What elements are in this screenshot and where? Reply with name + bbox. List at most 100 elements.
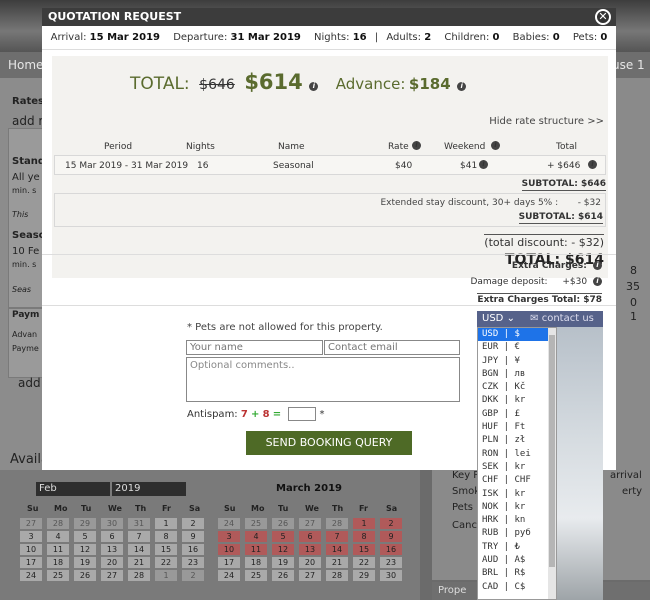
calendar-day[interactable]: 29 <box>353 570 375 581</box>
info-icon[interactable]: i <box>588 160 597 169</box>
currency-option[interactable]: TRY | ₺ <box>478 541 556 554</box>
email-input[interactable] <box>324 340 460 355</box>
calendar-day[interactable]: 7 <box>326 531 348 542</box>
calendar-day[interactable]: 5 <box>272 531 294 542</box>
contact-us-link[interactable]: ✉ contact us <box>530 313 594 324</box>
currency-option[interactable]: BGN | лв <box>478 368 556 381</box>
send-booking-query-button[interactable]: SEND BOOKING QUERY <box>246 431 412 455</box>
calendar-day[interactable]: 21 <box>128 557 150 568</box>
calendar-day[interactable]: 30 <box>101 518 123 529</box>
calendar-day[interactable]: 14 <box>128 544 150 555</box>
calendar-day[interactable]: 2 <box>380 518 402 529</box>
bg-label[interactable]: add r <box>12 114 43 128</box>
currency-option[interactable]: BRL | R$ <box>478 567 556 580</box>
calendar-day[interactable]: 10 <box>218 544 240 555</box>
currency-option[interactable]: RUB | руб <box>478 527 556 540</box>
calendar-day[interactable]: 26 <box>272 518 294 529</box>
calendar-day[interactable]: 31 <box>128 518 150 529</box>
info-icon[interactable]: i <box>412 141 421 150</box>
calendar-day[interactable]: 15 <box>353 544 375 555</box>
calendar-day[interactable]: 1 <box>155 570 177 581</box>
currency-option[interactable]: HUF | Ft <box>478 421 556 434</box>
calendar-day[interactable]: 25 <box>245 570 267 581</box>
info-icon[interactable]: i <box>457 81 467 91</box>
calendar-day[interactable]: 26 <box>74 570 96 581</box>
info-icon[interactable]: i <box>309 81 319 91</box>
info-icon[interactable]: i <box>479 160 488 169</box>
currency-option[interactable]: GBP | £ <box>478 408 556 421</box>
currency-option[interactable]: CHF | CHF <box>478 474 556 487</box>
hide-rate-structure-link[interactable]: Hide rate structure >> <box>489 116 604 127</box>
calendar-day[interactable]: 8 <box>155 531 177 542</box>
calendar-day[interactable]: 28 <box>326 570 348 581</box>
currency-option[interactable]: ISK | kr <box>478 488 556 501</box>
currency-scrollbar-thumb[interactable] <box>549 335 555 567</box>
currency-dropdown-list[interactable]: USD | $ EUR | € JPY | ¥ BGN | лв CZK | Kč DKK… <box>477 327 557 600</box>
info-icon[interactable]: i <box>491 141 500 150</box>
calendar-day[interactable]: 9 <box>182 531 204 542</box>
month-select[interactable]: Feb <box>36 482 110 496</box>
calendar-day[interactable]: 24 <box>218 518 240 529</box>
calendar-day[interactable]: 27 <box>20 518 42 529</box>
calendar-day[interactable]: 25 <box>47 570 69 581</box>
calendar-day[interactable]: 6 <box>101 531 123 542</box>
calendar-day[interactable]: 20 <box>299 557 321 568</box>
calendar-day[interactable]: 6 <box>299 531 321 542</box>
calendar-day[interactable]: 16 <box>380 544 402 555</box>
calendar-day[interactable]: 1 <box>353 518 375 529</box>
calendar-day[interactable]: 28 <box>47 518 69 529</box>
currency-option[interactable]: CZK | Kč <box>478 381 556 394</box>
calendar-day[interactable]: 16 <box>182 544 204 555</box>
calendar-day[interactable]: 26 <box>272 570 294 581</box>
comments-textarea[interactable]: Optional comments.. <box>186 357 460 402</box>
calendar-day[interactable]: 13 <box>101 544 123 555</box>
antispam-input[interactable] <box>288 407 317 421</box>
calendar-day[interactable]: 11 <box>47 544 69 555</box>
calendar-day[interactable]: 21 <box>326 557 348 568</box>
calendar-day[interactable]: 4 <box>47 531 69 542</box>
calendar-day[interactable]: 28 <box>326 518 348 529</box>
calendar-day[interactable]: 24 <box>20 570 42 581</box>
calendar-day[interactable]: 24 <box>218 570 240 581</box>
currency-option[interactable]: USD | $ <box>478 328 556 342</box>
calendar-day[interactable]: 11 <box>245 544 267 555</box>
calendar-day[interactable]: 13 <box>299 544 321 555</box>
year-select[interactable]: 2019 <box>112 482 186 496</box>
calendar-day[interactable]: 18 <box>47 557 69 568</box>
currency-option[interactable]: SEK | kr <box>478 461 556 474</box>
calendar-day[interactable]: 1 <box>155 518 177 529</box>
calendar-day[interactable]: 29 <box>74 518 96 529</box>
calendar-day[interactable]: 3 <box>218 531 240 542</box>
calendar-day[interactable]: 20 <box>101 557 123 568</box>
calendar-day[interactable]: 27 <box>299 518 321 529</box>
calendar-day[interactable]: 17 <box>218 557 240 568</box>
calendar-day[interactable]: 18 <box>245 557 267 568</box>
calendar-day[interactable]: 23 <box>182 557 204 568</box>
calendar-day[interactable]: 27 <box>299 570 321 581</box>
calendar-day[interactable]: 4 <box>245 531 267 542</box>
currency-option[interactable]: NOK | kr <box>478 501 556 514</box>
calendar-day[interactable]: 23 <box>380 557 402 568</box>
calendar-day[interactable]: 2 <box>182 518 204 529</box>
calendar-day[interactable]: 22 <box>155 557 177 568</box>
currency-option[interactable]: EUR | € <box>478 341 556 354</box>
contact-us-text[interactable]: contact us <box>542 313 594 324</box>
close-icon[interactable]: ✕ <box>595 9 611 25</box>
currency-option[interactable]: CAD | C$ <box>478 581 556 594</box>
calendar-day[interactable]: 27 <box>101 570 123 581</box>
calendar-day[interactable]: 14 <box>326 544 348 555</box>
calendar-day[interactable]: 15 <box>155 544 177 555</box>
calendar-day[interactable]: 7 <box>128 531 150 542</box>
calendar-day[interactable]: 9 <box>380 531 402 542</box>
calendar-day[interactable]: 12 <box>74 544 96 555</box>
info-icon[interactable]: i <box>593 277 602 286</box>
calendar-day[interactable]: 5 <box>74 531 96 542</box>
calendar-day[interactable]: 28 <box>128 570 150 581</box>
currency-option[interactable]: AUD | A$ <box>478 554 556 567</box>
calendar-day[interactable]: 17 <box>20 557 42 568</box>
name-input[interactable] <box>186 340 323 355</box>
currency-option[interactable]: HRK | kn <box>478 514 556 527</box>
currency-selected[interactable]: USD <box>482 313 503 324</box>
currency-selector[interactable]: USD ⌄ ✉ contact us <box>477 311 603 327</box>
calendar-day[interactable]: 2 <box>182 570 204 581</box>
